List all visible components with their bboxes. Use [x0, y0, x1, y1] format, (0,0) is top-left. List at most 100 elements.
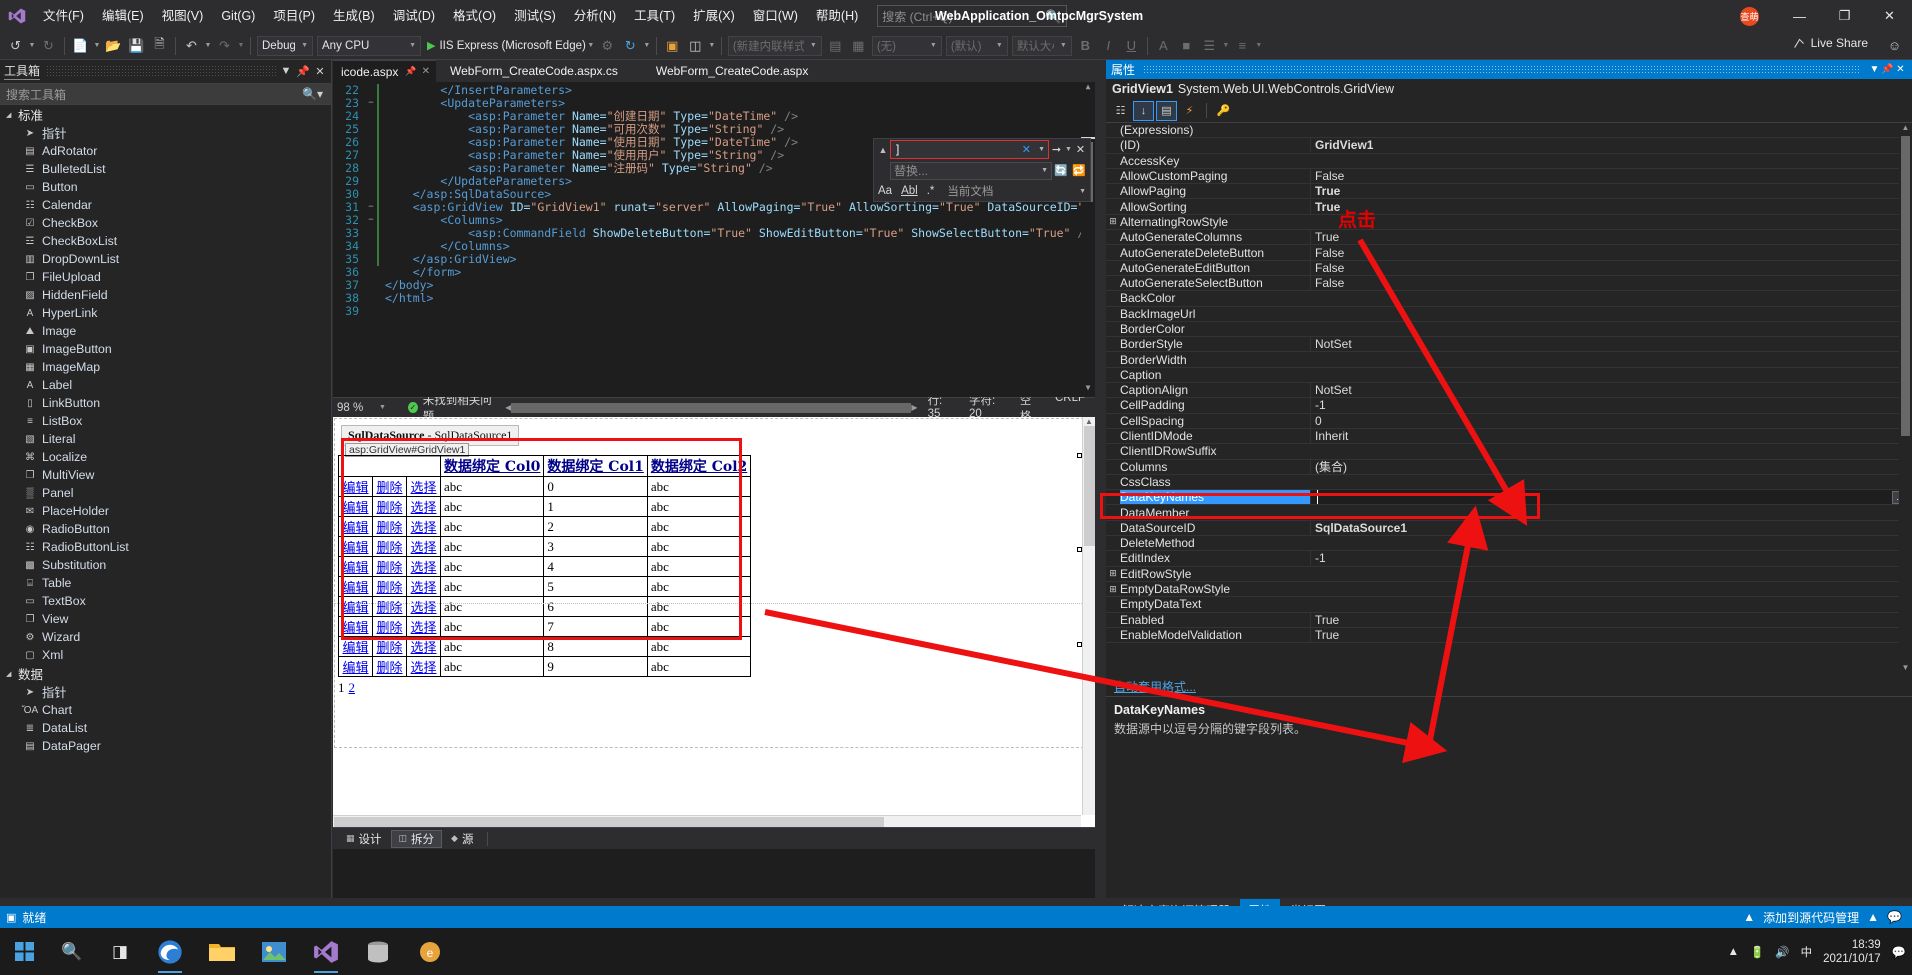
- replace-history-caret-icon[interactable]: ▼: [1041, 167, 1048, 174]
- undo-icon[interactable]: ↶: [180, 34, 203, 58]
- property-value[interactable]: False: [1310, 260, 1912, 275]
- match-case-toggle[interactable]: Aa: [878, 185, 892, 197]
- menu-build[interactable]: 生成(B): [324, 0, 384, 32]
- tray-clock[interactable]: 18:39 2021/10/17: [1823, 938, 1881, 966]
- property-value[interactable]: Inherit: [1310, 429, 1912, 444]
- replace-input[interactable]: 替换... ▼: [890, 161, 1052, 180]
- align-left-icon[interactable]: ☰: [1198, 34, 1221, 58]
- style-apply-icon[interactable]: ▦: [847, 34, 870, 58]
- events-icon[interactable]: ⚡: [1179, 101, 1200, 121]
- fold-toggle-icon[interactable]: [365, 149, 377, 162]
- use-regex-toggle[interactable]: .*: [927, 185, 935, 197]
- find-input[interactable]: ] ✕ ▼: [890, 140, 1049, 159]
- taskbar-editor-icon[interactable]: e: [404, 928, 456, 975]
- editor-vertical-scrollbar[interactable]: ▲ ▼: [1081, 82, 1095, 397]
- alphabetical-icon[interactable]: ↓: [1133, 100, 1154, 121]
- zoom-combo[interactable]: 98 % ▼: [333, 402, 390, 414]
- gridview-command-edit[interactable]: 编辑: [338, 656, 373, 677]
- toolbox-search-input[interactable]: 搜索工具箱 🔍▾: [0, 83, 331, 105]
- editor-horizontal-scrollbar[interactable]: ◀ ▶: [505, 402, 918, 413]
- code-line[interactable]: 38 </html>: [333, 292, 1095, 305]
- menu-tools[interactable]: 工具(T): [625, 0, 684, 32]
- find-history-caret-icon[interactable]: ▼: [1038, 146, 1045, 153]
- toolbox-item-placeholder[interactable]: ✉ PlaceHolder: [0, 502, 331, 520]
- menu-project[interactable]: 项目(P): [264, 0, 324, 32]
- property-value[interactable]: GridView1: [1310, 138, 1912, 153]
- menu-git[interactable]: Git(G): [212, 0, 264, 32]
- chevron-down-icon[interactable]: ▼: [279, 65, 293, 77]
- search-icon[interactable]: 🔍▾: [302, 87, 323, 101]
- toolbox-group-data[interactable]: ◢ 数据: [0, 664, 331, 683]
- property-row-alternatingrowstyle[interactable]: ⊞ AlternatingRowStyle: [1106, 215, 1912, 231]
- fold-toggle-icon[interactable]: −: [365, 214, 377, 227]
- gridview-command-delete[interactable]: 删除: [372, 656, 407, 677]
- view-tab-design[interactable]: ▦ 设计: [339, 830, 389, 848]
- menu-debug[interactable]: 调试(D): [384, 0, 444, 32]
- close-icon[interactable]: ✕: [1867, 0, 1912, 32]
- new-item-caret-icon[interactable]: ▼: [92, 42, 102, 49]
- design-vertical-scrollbar[interactable]: ▲: [1082, 417, 1095, 815]
- property-row-editrowstyle[interactable]: ⊞ EditRowStyle: [1106, 567, 1912, 582]
- property-value[interactable]: (集合): [1310, 458, 1912, 476]
- navigate-forward-icon[interactable]: ↻: [37, 34, 60, 58]
- expand-plus-icon[interactable]: ⊞: [1106, 216, 1120, 227]
- pin-icon[interactable]: 📌: [1881, 64, 1894, 75]
- replace-all-icon[interactable]: 🔁: [1070, 164, 1088, 177]
- toolbox-item-button[interactable]: ▭ Button: [0, 178, 331, 196]
- fold-toggle-icon[interactable]: [365, 292, 377, 305]
- font-size-combo[interactable]: 默认大小▼: [1011, 35, 1072, 56]
- style-combo[interactable]: (新建内联样式) ▼: [727, 35, 822, 56]
- status-source-control-label[interactable]: 添加到源代码管理: [1763, 909, 1859, 926]
- fold-toggle-icon[interactable]: [365, 279, 377, 292]
- close-find-icon[interactable]: ✕: [1073, 143, 1088, 156]
- minimize-icon[interactable]: —: [1777, 0, 1822, 32]
- background-color-icon[interactable]: ■: [1175, 34, 1198, 58]
- fold-toggle-icon[interactable]: [365, 162, 377, 175]
- property-row-allowpaging[interactable]: AllowPaging True: [1106, 184, 1912, 200]
- design-hscroll-thumb[interactable]: [334, 817, 884, 827]
- menu-view[interactable]: 视图(V): [153, 0, 213, 32]
- scroll-right-icon[interactable]: ▶: [911, 403, 917, 412]
- toolbox-item-imagebutton[interactable]: ▣ ImageButton: [0, 340, 331, 358]
- property-row-enablemodelvalidation[interactable]: EnableModelValidation True: [1106, 627, 1912, 644]
- fold-toggle-icon[interactable]: [365, 253, 377, 266]
- refresh-caret-icon[interactable]: ▼: [642, 42, 652, 49]
- code-line[interactable]: 39: [333, 305, 1095, 318]
- properties-scrollbar[interactable]: ▲ ▼: [1899, 123, 1912, 676]
- toolbox-item-hyperlink[interactable]: A HyperLink: [0, 304, 331, 322]
- status-notifications-icon[interactable]: ▲: [1867, 910, 1879, 924]
- start-debug-caret-icon[interactable]: ▼: [586, 42, 596, 49]
- find-in-files-icon[interactable]: ➞: [1049, 143, 1064, 156]
- chevron-down-icon[interactable]: ▼: [1868, 64, 1881, 75]
- property-row-autogenerateeditbutton[interactable]: AutoGenerateEditButton False: [1106, 260, 1912, 276]
- start-debug-button[interactable]: ▶ IIS Express (Microsoft Edge) ▼: [427, 39, 596, 53]
- property-value[interactable]: NotSet: [1310, 383, 1912, 398]
- menu-analyze[interactable]: 分析(N): [565, 0, 625, 32]
- toolbox-item-radiobutton[interactable]: ◉ RadioButton: [0, 520, 331, 538]
- toolbox-item-datalist[interactable]: ≣ DataList: [0, 719, 331, 737]
- open-file-icon[interactable]: 📂: [102, 34, 125, 58]
- gridview-row[interactable]: 编辑 删除 选择 abc 9 abc: [338, 656, 752, 677]
- menu-edit[interactable]: 编辑(E): [93, 0, 153, 32]
- code-editor[interactable]: 22 </InsertParameters> 23− <UpdateParamet…: [333, 82, 1095, 397]
- tray-volume-icon[interactable]: 🔊: [1775, 945, 1789, 959]
- redo-caret-icon[interactable]: ▼: [236, 42, 246, 49]
- navigate-backward-icon[interactable]: ↺: [4, 34, 27, 58]
- toolbox-item-literal[interactable]: ▧ Literal: [0, 430, 331, 448]
- hot-reload-icon[interactable]: ⚙: [596, 34, 619, 58]
- property-value[interactable]: False: [1310, 245, 1912, 260]
- toolbox-item-dropdownlist[interactable]: ▥ DropDownList: [0, 250, 331, 268]
- view-tab-split[interactable]: ◫ 拆分: [390, 829, 443, 848]
- solution-platform-combo[interactable]: Any CPU ▼: [317, 35, 421, 56]
- property-row-allowsorting[interactable]: AllowSorting True: [1106, 199, 1912, 215]
- property-value[interactable]: False: [1310, 276, 1912, 291]
- fold-toggle-icon[interactable]: [365, 110, 377, 123]
- design-horizontal-scrollbar[interactable]: [333, 815, 1081, 827]
- start-button-icon[interactable]: [0, 928, 48, 975]
- underline-icon[interactable]: U: [1120, 34, 1143, 58]
- navigate-backward-caret-icon[interactable]: ▼: [27, 42, 37, 49]
- save-icon[interactable]: 💾: [125, 34, 148, 58]
- font-family-combo[interactable]: (默认) ▼: [945, 35, 1008, 56]
- taskbar-visualstudio-icon[interactable]: [300, 928, 352, 975]
- style-target-icon[interactable]: ▤: [824, 34, 847, 58]
